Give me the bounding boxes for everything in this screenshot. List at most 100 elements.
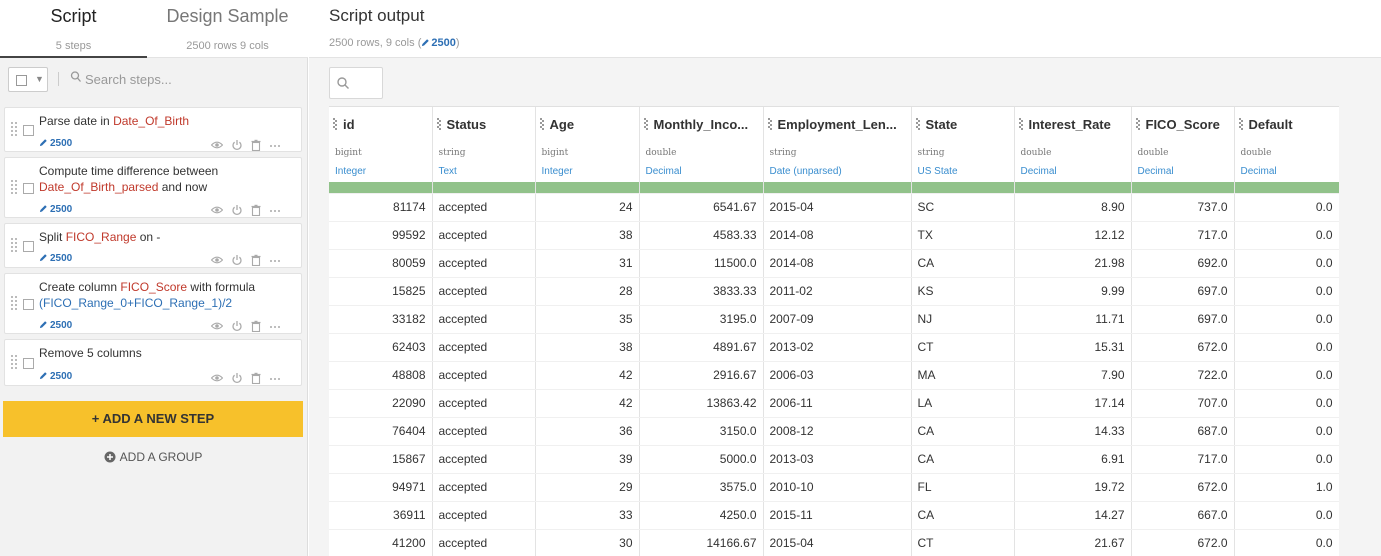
table-cell[interactable]: accepted bbox=[432, 529, 536, 556]
table-cell[interactable]: 0.0 bbox=[1234, 361, 1339, 390]
table-cell[interactable]: 39 bbox=[535, 445, 640, 474]
table-cell[interactable]: 0.0 bbox=[1234, 221, 1339, 250]
table-cell[interactable]: 13863.42 bbox=[639, 389, 764, 418]
table-cell[interactable]: 14.33 bbox=[1014, 417, 1132, 446]
step-checkbox[interactable] bbox=[23, 298, 34, 310]
select-all-checkbox[interactable] bbox=[16, 75, 27, 86]
table-cell[interactable]: 2015-04 bbox=[763, 529, 912, 556]
eye-icon[interactable] bbox=[210, 253, 224, 265]
column-meaning[interactable]: Decimal bbox=[646, 166, 682, 177]
drag-handle-icon[interactable] bbox=[11, 237, 17, 254]
add-new-step-button[interactable]: + ADD A NEW STEP bbox=[3, 401, 303, 437]
table-cell[interactable]: 99592 bbox=[329, 221, 433, 250]
tab-design-sample[interactable]: Design Sample 2500 rows 9 cols bbox=[147, 0, 308, 58]
table-cell[interactable]: 2006-11 bbox=[763, 389, 912, 418]
table-cell[interactable]: 2006-03 bbox=[763, 361, 912, 390]
table-cell[interactable]: 8.90 bbox=[1014, 193, 1132, 222]
table-cell[interactable]: 48808 bbox=[329, 361, 433, 390]
table-cell[interactable]: 0.0 bbox=[1234, 501, 1339, 530]
table-cell[interactable]: 6541.67 bbox=[639, 193, 764, 222]
table-cell[interactable]: 0.0 bbox=[1234, 529, 1339, 556]
table-cell[interactable]: 667.0 bbox=[1131, 501, 1235, 530]
column-meaning[interactable]: Decimal bbox=[1138, 166, 1174, 177]
table-cell[interactable]: CA bbox=[911, 445, 1015, 474]
table-cell[interactable]: FL bbox=[911, 473, 1015, 502]
table-cell[interactable]: TX bbox=[911, 221, 1015, 250]
table-cell[interactable]: 707.0 bbox=[1131, 389, 1235, 418]
table-row[interactable]: 99592 accepted 38 4583.33 2014-08 TX 12.12 717.… bbox=[329, 221, 1339, 250]
table-cell[interactable]: 672.0 bbox=[1131, 473, 1235, 502]
power-icon[interactable] bbox=[231, 371, 243, 384]
table-cell[interactable]: 41200 bbox=[329, 529, 433, 556]
column-header[interactable]: Status string Text bbox=[432, 107, 536, 182]
column-meaning[interactable]: Integer bbox=[542, 166, 573, 177]
column-meaning[interactable]: Date (unparsed) bbox=[770, 166, 842, 177]
eye-icon[interactable] bbox=[210, 371, 224, 383]
column-drag-icon[interactable] bbox=[539, 118, 544, 130]
table-cell[interactable]: accepted bbox=[432, 501, 536, 530]
drag-handle-icon[interactable] bbox=[11, 179, 17, 196]
column-drag-icon[interactable] bbox=[767, 118, 772, 130]
table-row[interactable]: 33182 accepted 35 3195.0 2007-09 NJ 11.71 697.0… bbox=[329, 305, 1339, 334]
table-cell[interactable]: 0.0 bbox=[1234, 445, 1339, 474]
table-cell[interactable]: 0.0 bbox=[1234, 333, 1339, 362]
table-cell[interactable]: 1.0 bbox=[1234, 473, 1339, 502]
table-cell[interactable]: 94971 bbox=[329, 473, 433, 502]
more-options-icon[interactable] bbox=[269, 138, 281, 150]
table-cell[interactable]: 33182 bbox=[329, 305, 433, 334]
column-drag-icon[interactable] bbox=[1135, 118, 1140, 130]
table-cell[interactable]: 697.0 bbox=[1131, 277, 1235, 306]
step-checkbox[interactable] bbox=[23, 124, 34, 136]
table-cell[interactable]: 2015-04 bbox=[763, 193, 912, 222]
table-row[interactable]: 41200 accepted 30 14166.67 2015-04 CT 21.67 672… bbox=[329, 529, 1339, 556]
eye-icon[interactable] bbox=[210, 203, 224, 215]
more-options-icon[interactable] bbox=[269, 319, 281, 331]
table-cell[interactable]: CA bbox=[911, 249, 1015, 278]
table-cell[interactable]: 12.12 bbox=[1014, 221, 1132, 250]
table-cell[interactable]: 2015-11 bbox=[763, 501, 912, 530]
table-cell[interactable]: accepted bbox=[432, 417, 536, 446]
table-cell[interactable]: 15867 bbox=[329, 445, 433, 474]
script-step[interactable]: Parse date in Date_Of_Birth 2500 bbox=[4, 107, 302, 152]
more-options-icon[interactable] bbox=[269, 371, 281, 383]
table-cell[interactable]: accepted bbox=[432, 221, 536, 250]
table-cell[interactable]: 2014-08 bbox=[763, 221, 912, 250]
script-step[interactable]: Split FICO_Range on - 2500 bbox=[4, 223, 302, 268]
eye-icon[interactable] bbox=[210, 138, 224, 150]
table-cell[interactable]: 30 bbox=[535, 529, 640, 556]
table-row[interactable]: 22090 accepted 42 13863.42 2006-11 LA 17.14 707… bbox=[329, 389, 1339, 418]
table-cell[interactable]: CT bbox=[911, 333, 1015, 362]
column-header[interactable]: Monthly_Inco... double Decimal bbox=[639, 107, 764, 182]
column-drag-icon[interactable] bbox=[1238, 118, 1243, 130]
table-cell[interactable]: 3150.0 bbox=[639, 417, 764, 446]
trash-icon[interactable] bbox=[250, 138, 262, 152]
tab-script[interactable]: Script 5 steps bbox=[0, 0, 147, 58]
table-cell[interactable]: 0.0 bbox=[1234, 277, 1339, 306]
table-row[interactable]: 81174 accepted 24 6541.67 2015-04 SC 8.90 737.0… bbox=[329, 193, 1339, 222]
table-cell[interactable]: 0.0 bbox=[1234, 389, 1339, 418]
column-drag-icon[interactable] bbox=[333, 118, 337, 130]
table-cell[interactable]: 62403 bbox=[329, 333, 433, 362]
table-cell[interactable]: accepted bbox=[432, 389, 536, 418]
drag-handle-icon[interactable] bbox=[11, 354, 17, 371]
table-search-button[interactable] bbox=[329, 67, 383, 99]
table-cell[interactable]: 6.91 bbox=[1014, 445, 1132, 474]
power-icon[interactable] bbox=[231, 138, 243, 151]
more-options-icon[interactable] bbox=[269, 203, 281, 215]
power-icon[interactable] bbox=[231, 319, 243, 332]
table-cell[interactable]: NJ bbox=[911, 305, 1015, 334]
table-row[interactable]: 76404 accepted 36 3150.0 2008-12 CA 14.33 687.0… bbox=[329, 417, 1339, 446]
table-cell[interactable]: 722.0 bbox=[1131, 361, 1235, 390]
column-drag-icon[interactable] bbox=[915, 118, 920, 130]
table-cell[interactable]: accepted bbox=[432, 249, 536, 278]
table-cell[interactable]: accepted bbox=[432, 193, 536, 222]
script-step[interactable]: Create column FICO_Score with formula (F… bbox=[4, 273, 302, 334]
table-cell[interactable]: MA bbox=[911, 361, 1015, 390]
table-row[interactable]: 36911 accepted 33 4250.0 2015-11 CA 14.27 667.0… bbox=[329, 501, 1339, 530]
table-cell[interactable]: 3833.33 bbox=[639, 277, 764, 306]
table-cell[interactable]: 3575.0 bbox=[639, 473, 764, 502]
table-cell[interactable]: 17.14 bbox=[1014, 389, 1132, 418]
table-row[interactable]: 15825 accepted 28 3833.33 2011-02 KS 9.99 697.0… bbox=[329, 277, 1339, 306]
table-cell[interactable]: 14166.67 bbox=[639, 529, 764, 556]
table-cell[interactable]: 81174 bbox=[329, 193, 433, 222]
